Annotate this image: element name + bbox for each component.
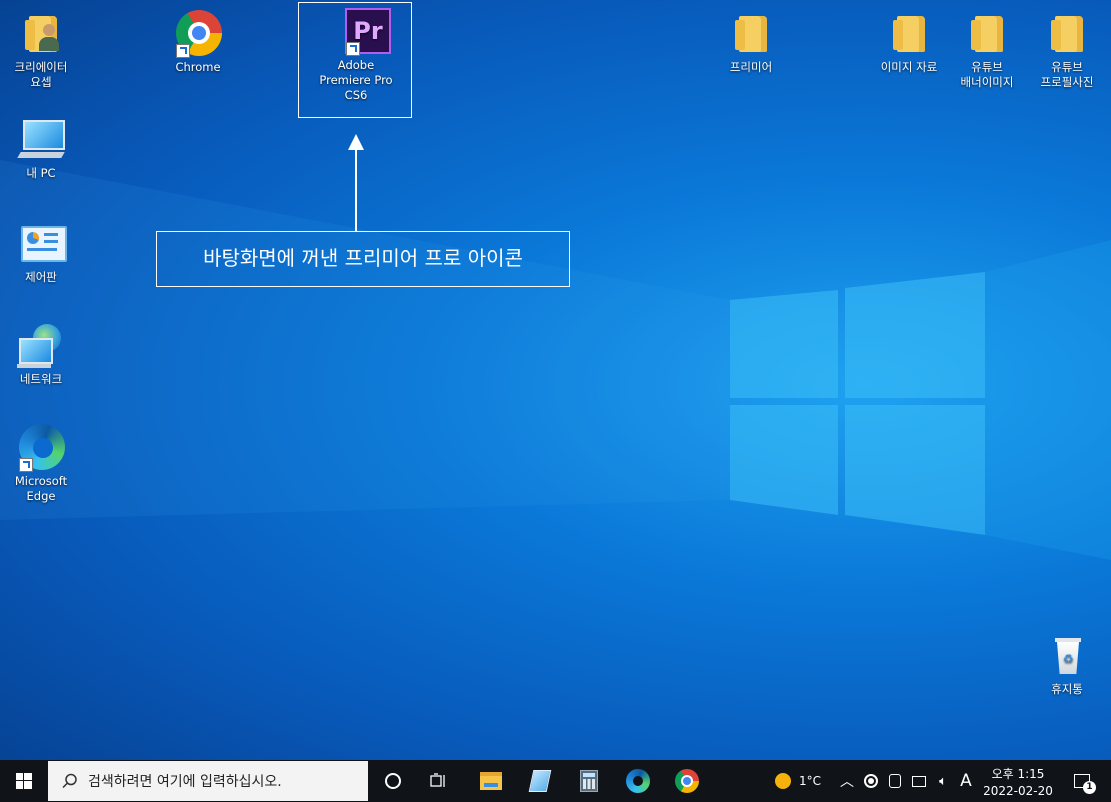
search-placeholder: 검색하려면 여기에 입력하십시오. [88,774,282,790]
taskbar-notepad[interactable] [517,760,563,802]
taskbar: 검색하려면 여기에 입력하십시오. 1°C ︿ 🔈︎ A 오후 1:15 202… [0,760,1111,802]
windows-start-icon [16,773,32,789]
taskbar-file-explorer[interactable] [468,760,514,802]
notification-badge: 1 [1083,781,1096,794]
folder-icon [893,16,925,52]
network-status-button[interactable] [908,760,930,802]
desktop-icon-image-resources[interactable]: 이미지 자료 [871,10,947,75]
edge-icon [17,424,65,472]
tray-meet-icon[interactable] [884,760,906,802]
folder-icon [971,16,1003,52]
clock[interactable]: 오후 1:15 2022-02-20 [978,760,1058,802]
desktop: 크리에이터 요셉 내 PC 제어판 네트워크 Microsoft Edge Ch… [0,0,1111,760]
edge-icon [626,769,650,793]
taskbar-calculator[interactable] [566,760,612,802]
desktop-icon-network[interactable]: 네트워크 [3,322,79,387]
desktop-icon-edge[interactable]: Microsoft Edge [3,424,79,504]
notification-center-button[interactable]: 1 [1062,760,1102,802]
user-icon [39,24,59,52]
desktop-icon-youtube-profile[interactable]: 유튜브 프로필사진 [1029,10,1105,90]
desktop-icon-chrome[interactable]: Chrome [160,10,236,75]
file-explorer-icon [480,772,502,790]
record-icon [864,774,878,788]
sun-icon [774,773,791,789]
network-icon [17,322,65,370]
taskbar-edge[interactable] [615,760,661,802]
taskbar-chrome[interactable] [664,760,710,802]
calculator-icon [580,770,598,792]
chrome-icon [174,10,222,58]
chevron-up-icon: ︿ [840,774,854,790]
annotation-callout: 바탕화면에 꺼낸 프리미어 프로 아이콘 [156,231,570,287]
shortcut-arrow-icon [176,44,190,58]
folder-icon [735,16,767,52]
recycle-bin-icon: ♻ [1043,632,1091,680]
camera-icon [889,774,901,788]
weather-widget[interactable]: 1°C [766,760,830,802]
notepad-icon [528,770,552,792]
cortana-icon [385,773,401,789]
tray-record-icon[interactable] [860,760,882,802]
task-view-button[interactable] [418,760,460,802]
chrome-icon [675,769,699,793]
show-hidden-icons-button[interactable]: ︿ [836,760,858,802]
taskbar-search-box[interactable]: 검색하려면 여기에 입력하십시오. [48,761,368,801]
shortcut-arrow-icon [19,458,33,472]
callout-arrow-icon [348,134,364,150]
desktop-icon-premiere-folder[interactable]: 프리미어 [713,10,789,75]
notification-icon: 1 [1074,774,1096,794]
folder-icon [1051,16,1083,52]
input-method-button[interactable]: A [956,760,976,802]
callout-arrow-line [355,150,357,232]
computer-icon [17,116,65,164]
control-panel-icon [17,220,67,268]
desktop-icon-creator-joseph[interactable]: 크리에이터 요셉 [3,10,79,90]
desktop-icon-recycle-bin[interactable]: ♻ 휴지통 [1029,632,1105,697]
windows-logo-wallpaper [0,160,1111,560]
desktop-icon-control-panel[interactable]: 제어판 [3,220,79,285]
speaker-icon: 🔈︎ [939,773,947,789]
search-icon [62,773,77,789]
cortana-button[interactable] [372,760,414,802]
desktop-icon-this-pc[interactable]: 내 PC [3,116,79,181]
start-button[interactable] [0,760,48,802]
task-view-icon [430,773,445,787]
selection-highlight-box [298,2,412,118]
desktop-icon-youtube-banner[interactable]: 유튜브 배너이미지 [949,10,1025,90]
network-status-icon [912,775,926,787]
volume-button[interactable]: 🔈︎ [932,760,954,802]
